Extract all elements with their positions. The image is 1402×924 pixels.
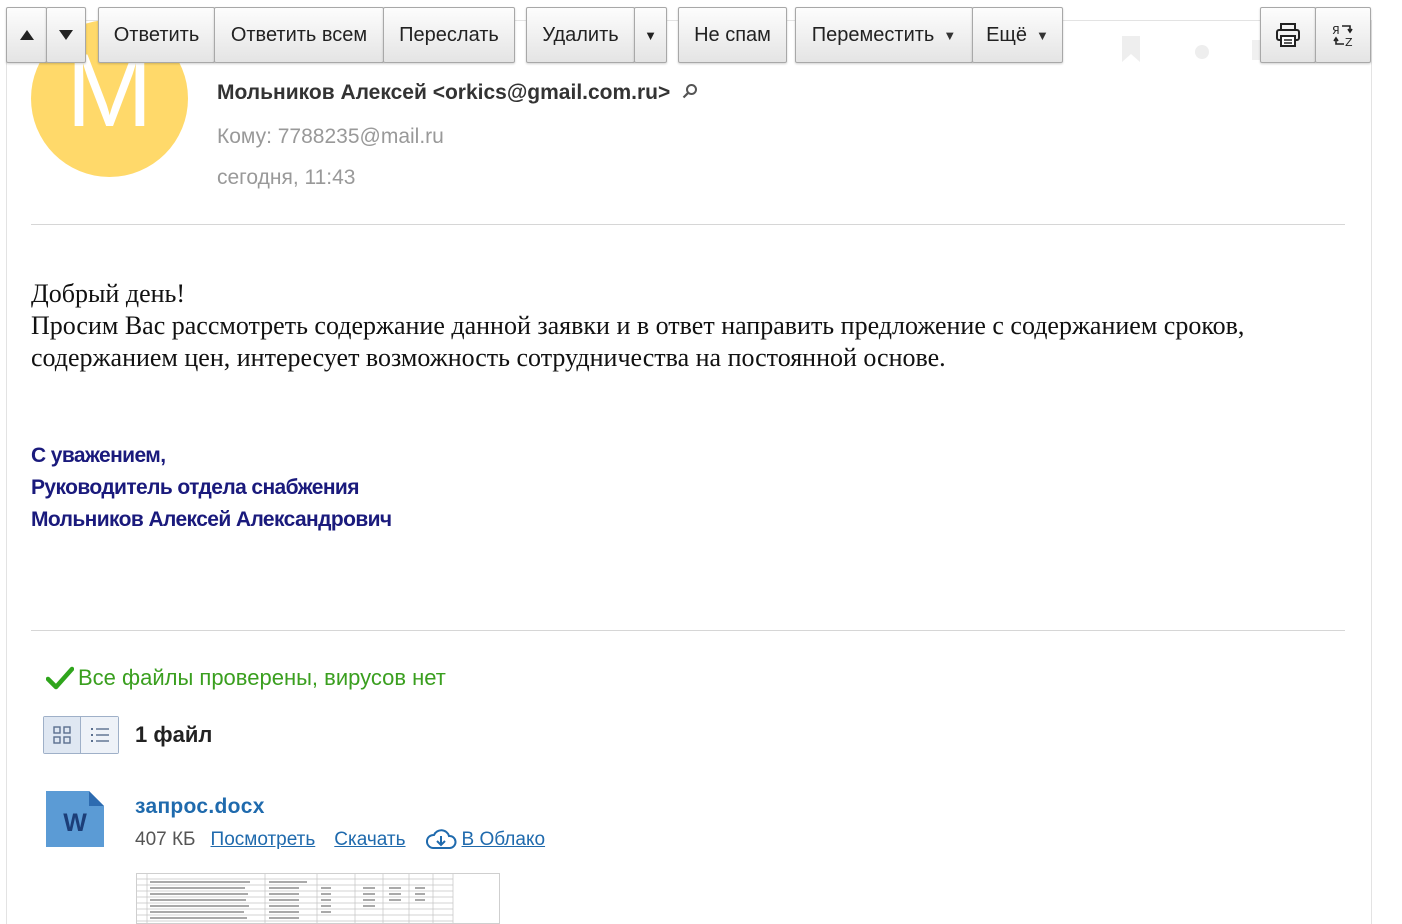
translate-button[interactable]: Я Z (1315, 7, 1371, 63)
print-button[interactable] (1260, 7, 1316, 63)
attachments-divider (31, 630, 1345, 631)
more-label: Ещё (986, 23, 1028, 46)
message-toolbar: Ответить Ответить всем Переслать Удалить… (0, 0, 1402, 66)
attachment-count: 1 файл (135, 722, 213, 747)
download-link[interactable]: Скачать (334, 829, 405, 851)
arrow-up-icon (19, 30, 34, 40)
body-greeting: Добрый день! (31, 279, 186, 308)
translate-icon: Я Z (1332, 24, 1353, 48)
caret-down-icon: ▼ (1036, 27, 1049, 43)
virus-status-text: Все файлы проверены, вирусов нет (78, 665, 446, 690)
header-divider (31, 224, 1345, 225)
more-button[interactable]: Ещё ▼ (972, 7, 1063, 63)
body-paragraph: Просим Вас рассмотреть содержание данной… (31, 311, 1245, 372)
search-icon[interactable] (682, 81, 698, 105)
signature-line-2: Руководитель отдела снабжения (31, 476, 359, 499)
word-document-icon[interactable]: W (45, 789, 105, 854)
move-label: Переместить (811, 23, 935, 46)
reply-all-button[interactable]: Ответить всем (214, 7, 384, 63)
delete-options-button[interactable]: ▼ (634, 7, 667, 63)
virus-check-status: Все файлы проверены, вирусов нет (46, 665, 446, 691)
not-spam-button[interactable]: Не спам (678, 7, 787, 63)
attachment-meta: 407 КБ Посмотреть Скачать В Облако (135, 828, 545, 852)
cloud-download-icon (425, 829, 457, 849)
attachment-file-name[interactable]: запрос.docx (135, 795, 265, 819)
signature: С уважением, Руководитель отдела снабжен… (31, 440, 392, 536)
caret-down-icon: ▼ (644, 27, 657, 43)
save-to-cloud-link[interactable]: В Облако (425, 828, 546, 852)
move-button[interactable]: Переместить ▼ (795, 7, 973, 63)
cloud-link-label: В Облако (461, 829, 546, 850)
next-message-button[interactable] (46, 7, 86, 63)
grid-view-button[interactable] (44, 717, 81, 753)
attachment-preview-thumbnail[interactable] (136, 873, 500, 924)
checkmark-icon (46, 666, 74, 690)
signature-line-3: Мольников Алексей Александрович (31, 508, 392, 531)
printer-icon (1276, 23, 1300, 47)
arrow-down-icon (59, 30, 73, 40)
signature-line-1: С уважением, (31, 444, 166, 467)
attachment-view-toggle (43, 716, 119, 754)
doc-icon-letter: W (63, 809, 87, 837)
list-view-button[interactable] (81, 717, 118, 753)
message-date: сегодня, 11:43 (217, 166, 356, 189)
message-body: Добрый день! Просим Вас рассмотреть соде… (31, 278, 1351, 374)
list-icon (90, 728, 109, 742)
recipient-line: Кому: 7788235@mail.ru (217, 125, 444, 148)
attachment-size: 407 КБ (135, 829, 196, 850)
reply-button[interactable]: Ответить (98, 7, 215, 63)
sender-name[interactable]: Мольников Алексей <orkics@gmail.com.ru> (217, 81, 670, 105)
svg-text:Я: Я (1332, 24, 1340, 37)
delete-button[interactable]: Удалить (526, 7, 635, 63)
view-link[interactable]: Посмотреть (211, 829, 316, 851)
forward-button[interactable]: Переслать (383, 7, 515, 63)
caret-down-icon: ▼ (943, 27, 957, 43)
svg-text:Z: Z (1345, 36, 1353, 48)
grid-icon (53, 726, 71, 744)
sender-line: Мольников Алексей <orkics@gmail.com.ru> (217, 81, 698, 105)
prev-message-button[interactable] (6, 7, 47, 63)
